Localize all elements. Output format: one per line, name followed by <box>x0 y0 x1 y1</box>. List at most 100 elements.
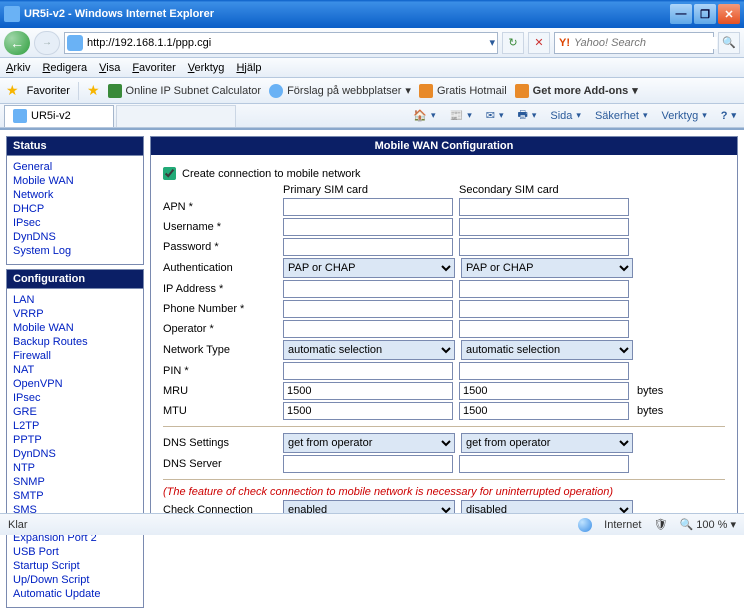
sidebar-item-dyndns[interactable]: DynDNS <box>13 447 137 461</box>
pass-primary-input[interactable] <box>283 238 453 256</box>
menu-redigera[interactable]: Redigera <box>42 62 87 74</box>
sidebar-item-ipsec[interactable]: IPsec <box>13 391 137 405</box>
user-primary-input[interactable] <box>283 218 453 236</box>
search-box[interactable]: Y! <box>554 32 714 54</box>
sidebar-item-pptp[interactable]: PPTP <box>13 433 137 447</box>
label-ip: IP Address * <box>163 283 283 295</box>
status-bar: Klar Internet 🛡 🔍 100 % ▾ <box>0 513 744 535</box>
fav-addons[interactable]: Get more Add-ons ▾ <box>515 84 638 98</box>
label-pin: PIN * <box>163 365 283 377</box>
ip-secondary-input[interactable] <box>459 280 629 298</box>
pin-primary-input[interactable] <box>283 362 453 380</box>
print-button[interactable]: 🖶 <box>513 106 540 125</box>
sidebar-item-backuproutes[interactable]: Backup Routes <box>13 335 137 349</box>
chk-primary-select[interactable]: enabled <box>283 500 455 513</box>
sidebar-item-gre[interactable]: GRE <box>13 405 137 419</box>
favorites-bar: ★ Favoriter ★ Online IP Subnet Calculato… <box>0 78 744 104</box>
fav-subnet-calc[interactable]: Online IP Subnet Calculator <box>108 84 262 98</box>
dnssrv-secondary-input[interactable] <box>459 455 629 473</box>
page-menu[interactable]: Sida <box>546 110 585 122</box>
phone-primary-input[interactable] <box>283 300 453 318</box>
refresh-button[interactable]: ↻ <box>502 32 524 54</box>
pin-secondary-input[interactable] <box>459 362 629 380</box>
fav-hotmail[interactable]: Gratis Hotmail <box>419 84 507 98</box>
new-tab-button[interactable] <box>116 105 236 127</box>
status-klar: Klar <box>8 519 28 531</box>
favorites-star-icon[interactable]: ★ <box>6 82 19 99</box>
fav-suggested-sites[interactable]: Förslag på webbplatser ▾ <box>269 84 411 98</box>
maximize-button[interactable]: ❐ <box>694 4 716 24</box>
stop-button[interactable]: ✕ <box>528 32 550 54</box>
search-input[interactable] <box>574 37 717 49</box>
ip-primary-input[interactable] <box>283 280 453 298</box>
home-button[interactable]: 🏠 <box>409 109 439 122</box>
favorites-label[interactable]: Favoriter <box>27 85 70 97</box>
feeds-button[interactable]: 📰 <box>445 109 475 122</box>
dns-secondary-select[interactable]: get from operator <box>461 433 633 453</box>
page-icon <box>67 35 83 51</box>
sidebar-item-network[interactable]: Network <box>13 188 137 202</box>
close-button[interactable]: ✕ <box>718 4 740 24</box>
mru-secondary-input[interactable] <box>459 382 629 400</box>
auth-secondary-select[interactable]: PAP or CHAP <box>461 258 633 278</box>
chk-secondary-select[interactable]: disabled <box>461 500 633 513</box>
mail-button[interactable]: ✉ <box>482 109 508 122</box>
sidebar-item-nat[interactable]: NAT <box>13 363 137 377</box>
sidebar-item-systemlog[interactable]: System Log <box>13 244 137 258</box>
apn-secondary-input[interactable] <box>459 198 629 216</box>
zoom-dropdown[interactable]: 🔍 100 % ▾ <box>679 518 736 531</box>
address-bar[interactable]: ▾ <box>64 32 498 54</box>
search-go-button[interactable]: 🔍 <box>718 32 740 54</box>
security-menu[interactable]: Säkerhet <box>591 110 652 122</box>
protected-mode-icon: 🛡 <box>653 518 667 531</box>
ntype-secondary-select[interactable]: automatic selection <box>461 340 633 360</box>
mru-unit: bytes <box>637 385 663 397</box>
sidebar-item-general[interactable]: General <box>13 160 137 174</box>
sidebar-item-dhcp[interactable]: DHCP <box>13 202 137 216</box>
sidebar-item-openvpn[interactable]: OpenVPN <box>13 377 137 391</box>
minimize-button[interactable]: — <box>670 4 692 24</box>
sidebar-item-vrrp[interactable]: VRRP <box>13 307 137 321</box>
menu-hjalp[interactable]: Hjälp <box>236 62 261 74</box>
mru-primary-input[interactable] <box>283 382 453 400</box>
ntype-primary-select[interactable]: automatic selection <box>283 340 455 360</box>
forward-button[interactable]: → <box>34 31 60 55</box>
menu-arkiv[interactable]: Arkiv <box>6 62 30 74</box>
create-connection-checkbox[interactable] <box>163 167 176 180</box>
menu-favoriter[interactable]: Favoriter <box>132 62 175 74</box>
mtu-primary-input[interactable] <box>283 402 453 420</box>
sidebar-item-mobilewan[interactable]: Mobile WAN <box>13 321 137 335</box>
help-button[interactable]: ? <box>717 110 740 122</box>
oper-primary-input[interactable] <box>283 320 453 338</box>
dns-primary-select[interactable]: get from operator <box>283 433 455 453</box>
sidebar-item-l2tp[interactable]: L2TP <box>13 419 137 433</box>
label-mru: MRU <box>163 385 283 397</box>
sidebar-item-smtp[interactable]: SMTP <box>13 489 137 503</box>
address-dropdown-icon[interactable]: ▾ <box>489 36 495 49</box>
sidebar-item-usb[interactable]: USB Port <box>13 545 137 559</box>
apn-primary-input[interactable] <box>283 198 453 216</box>
auth-primary-select[interactable]: PAP or CHAP <box>283 258 455 278</box>
url-input[interactable] <box>87 37 489 49</box>
sidebar-item-ntp[interactable]: NTP <box>13 461 137 475</box>
menu-verktyg[interactable]: Verktyg <box>188 62 225 74</box>
sidebar-item-snmp[interactable]: SNMP <box>13 475 137 489</box>
sidebar-item-lan[interactable]: LAN <box>13 293 137 307</box>
oper-secondary-input[interactable] <box>459 320 629 338</box>
sidebar-item-startup[interactable]: Startup Script <box>13 559 137 573</box>
tools-menu[interactable]: Verktyg <box>658 110 711 122</box>
phone-secondary-input[interactable] <box>459 300 629 318</box>
menu-visa[interactable]: Visa <box>99 62 120 74</box>
dnssrv-primary-input[interactable] <box>283 455 453 473</box>
sidebar-item-mobilewan-status[interactable]: Mobile WAN <box>13 174 137 188</box>
pass-secondary-input[interactable] <box>459 238 629 256</box>
sidebar-item-ipsec-status[interactable]: IPsec <box>13 216 137 230</box>
sidebar-item-dyndns-status[interactable]: DynDNS <box>13 230 137 244</box>
sidebar-item-updown[interactable]: Up/Down Script <box>13 573 137 587</box>
tab-ur5i[interactable]: UR5i-v2 <box>4 105 114 127</box>
user-secondary-input[interactable] <box>459 218 629 236</box>
mtu-secondary-input[interactable] <box>459 402 629 420</box>
sidebar-item-autoupdate[interactable]: Automatic Update <box>13 587 137 601</box>
sidebar-item-firewall[interactable]: Firewall <box>13 349 137 363</box>
back-button[interactable]: ← <box>4 31 30 55</box>
